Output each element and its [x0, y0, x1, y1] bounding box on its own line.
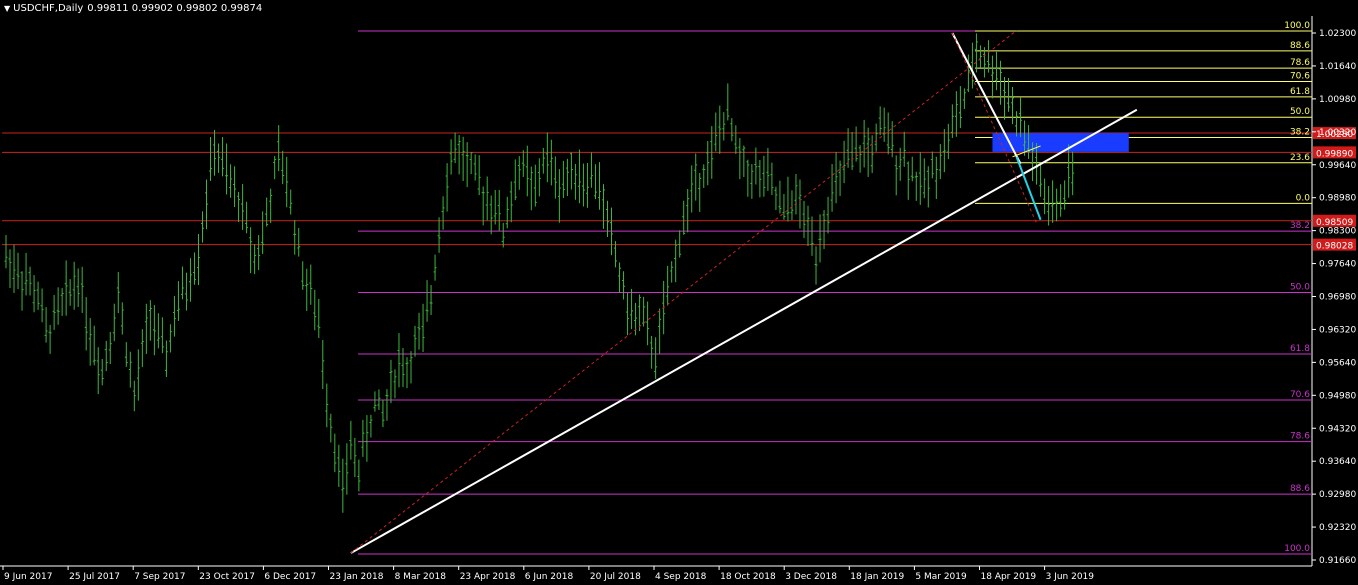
fib-lower-level-label: 100.0 [1284, 544, 1310, 554]
time-tick-label: 8 Mar 2018 [395, 572, 447, 582]
price-tick-label: 0.96320 [1319, 325, 1356, 335]
price-tick-label: 1.00980 [1319, 95, 1356, 105]
price-tick-label: 0.98300 [1319, 227, 1356, 237]
price-tick-label: 0.92320 [1319, 523, 1356, 533]
price-tag-label: 0.99890 [1316, 149, 1353, 159]
price-tick-label: 0.96980 [1319, 293, 1356, 303]
horizontal-levels: 1.002800.998900.985090.98028 [2, 127, 1356, 252]
price-tag-label: 0.98028 [1316, 242, 1353, 252]
time-tick-label: 20 Jul 2018 [590, 572, 641, 582]
fib-upper-level-label: 78.6 [1290, 58, 1310, 68]
price-tick-label: 0.95640 [1319, 358, 1356, 368]
time-tick-label: 5 Mar 2019 [915, 572, 967, 582]
time-tick-label: 7 Sep 2017 [134, 572, 185, 582]
trendline [951, 32, 1022, 165]
candles [4, 33, 1075, 513]
price-tick-label: 1.00320 [1319, 128, 1356, 138]
time-tick-label: 18 Jan 2019 [850, 572, 904, 582]
price-tick-label: 0.94980 [1319, 391, 1356, 401]
fib-upper-level-label: 70.6 [1290, 72, 1310, 82]
time-tick-label: 23 Jan 2018 [330, 572, 384, 582]
time-tick-label: 25 Jul 2017 [69, 572, 120, 582]
fib-upper-level-label: 88.6 [1290, 41, 1310, 51]
price-tick-label: 0.97640 [1319, 260, 1356, 270]
fib-lower-level-label: 88.6 [1290, 484, 1310, 494]
price-chart[interactable]: 1.002800.998900.985090.98028 38.2 50.0 61.… [0, 0, 1358, 585]
time-axis: 9 Jun 2017 25 Jul 2017 7 Sep 2017 23 Oct 20… [2, 566, 1095, 582]
fib-upper-levels: 100.0 88.6 78.6 70.6 61.8 50.0 38.2 23.6 0.0 [975, 21, 1312, 204]
chart-frame [0, 16, 1313, 567]
time-tick-label: 9 Jun 2017 [4, 572, 52, 582]
fib-upper-level-label: 23.6 [1290, 153, 1310, 163]
time-tick-label: 3 Jun 2019 [1046, 572, 1095, 582]
fib-upper-level-label: 50.0 [1290, 107, 1310, 117]
fib-lower-level-label: 38.2 [1290, 221, 1310, 231]
price-axis: 1.02300 1.01640 1.00980 1.00320 0.99640 0.989… [1312, 29, 1356, 566]
price-tick-label: 0.92980 [1319, 490, 1356, 500]
fib-lower-level-label: 70.6 [1290, 390, 1310, 400]
price-tick-label: 1.02300 [1319, 29, 1356, 39]
time-tick-label: 6 Jun 2018 [525, 572, 574, 582]
time-tick-label: 23 Oct 2017 [199, 572, 255, 582]
fib-lower-levels: 38.2 50.0 61.8 70.6 78.6 88.6 100.0 [358, 30, 1312, 555]
fib-lower-level-label: 61.8 [1290, 344, 1310, 354]
trendline [350, 30, 1017, 554]
time-tick-label: 18 Oct 2018 [720, 572, 776, 582]
price-tick-label: 0.91660 [1319, 556, 1356, 566]
fib-lower-level-label: 50.0 [1290, 283, 1310, 293]
time-tick-label: 3 Dec 2018 [785, 572, 837, 582]
fib-upper-level-label: 100.0 [1284, 21, 1310, 31]
price-tick-label: 1.01640 [1319, 62, 1356, 72]
fib-lower-level-label: 78.6 [1290, 432, 1310, 442]
price-tick-label: 0.99640 [1319, 161, 1356, 171]
time-tick-label: 23 Apr 2018 [460, 572, 516, 582]
time-tick-label: 18 Apr 2019 [981, 572, 1037, 582]
time-tick-label: 6 Dec 2017 [264, 572, 316, 582]
price-tick-label: 0.93640 [1319, 457, 1356, 467]
fib-upper-level-label: 38.2 [1290, 128, 1310, 138]
price-tick-label: 0.94320 [1319, 424, 1356, 434]
trendlines [350, 30, 1138, 554]
trendline [951, 32, 1038, 224]
price-tick-label: 0.98980 [1319, 194, 1356, 204]
time-tick-label: 4 Sep 2018 [655, 572, 707, 582]
fib-upper-level-label: 61.8 [1290, 87, 1310, 97]
fib-upper-level-label: 0.0 [1296, 193, 1311, 203]
